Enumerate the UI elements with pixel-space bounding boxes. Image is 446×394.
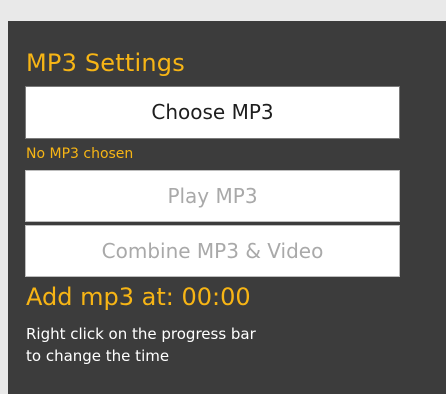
hint-line-2: to change the time	[26, 347, 170, 365]
mp3-status-text: No MP3 chosen	[26, 146, 134, 162]
choose-mp3-button[interactable]: Choose MP3	[25, 86, 400, 139]
play-mp3-button[interactable]: Play MP3	[25, 170, 400, 222]
combine-mp3-video-button[interactable]: Combine MP3 & Video	[25, 225, 400, 277]
mp3-settings-title: MP3 Settings	[26, 49, 185, 77]
add-mp3-at-text: Add mp3 at:	[26, 283, 174, 311]
progress-bar-hint: Right click on the progress bar to chang…	[26, 323, 386, 367]
add-mp3-at-label: Add mp3 at: 00:00	[26, 285, 251, 309]
hint-line-1: Right click on the progress bar	[26, 325, 256, 343]
add-mp3-at-time: 00:00	[181, 283, 251, 311]
mp3-settings-panel: MP3 Settings Choose MP3 No MP3 chosen Pl…	[8, 21, 446, 394]
